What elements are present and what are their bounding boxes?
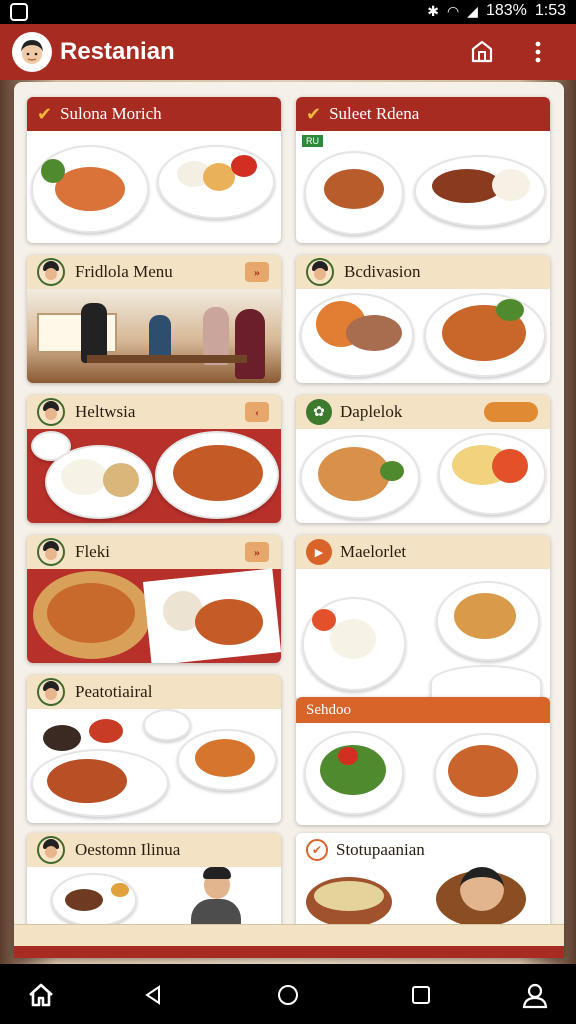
- card-header: Heltwsia ‹: [27, 395, 281, 429]
- toggle-icon[interactable]: [484, 402, 538, 422]
- battery-level: 183%: [485, 2, 527, 19]
- menu-card[interactable]: ✔ Stotupaanian: [296, 833, 550, 933]
- card-title: Oestomn Ilinua: [75, 840, 181, 859]
- card-header: Sehdoo: [296, 697, 550, 723]
- menu-card[interactable]: Bcdivasion: [296, 255, 550, 383]
- more-options-icon[interactable]: [524, 38, 552, 66]
- card-tag: RU: [302, 135, 323, 147]
- menu-card[interactable]: Sehdoo: [296, 697, 550, 825]
- card-title: Peatotiairal: [75, 682, 153, 701]
- app-header: Restanian: [0, 24, 576, 80]
- food-image: [27, 709, 281, 823]
- check-icon: ✔: [306, 103, 322, 124]
- avatar: [37, 836, 65, 864]
- menu-panel: ✔ Sulona Morich ✔ Suleet Rdena RU Fridlo…: [14, 82, 564, 958]
- card-title: Heltwsia: [75, 402, 136, 421]
- menu-card[interactable]: ✔ Suleet Rdena RU: [296, 97, 550, 243]
- card-title: Sehdoo: [306, 701, 351, 718]
- menu-card[interactable]: Fleki »: [27, 535, 281, 663]
- food-image: [27, 131, 281, 243]
- restaurant-photo: [27, 289, 281, 383]
- card-header: Peatotiairal: [27, 675, 281, 709]
- card-title: Fleki: [75, 542, 110, 561]
- leaf-icon: ✿: [306, 399, 332, 425]
- card-header: Fridlola Menu »: [27, 255, 281, 289]
- avatar: [37, 258, 65, 286]
- menu-card[interactable]: ✿ Daplelok: [296, 395, 550, 523]
- check-icon: ✔: [306, 839, 328, 861]
- avatar: [37, 538, 65, 566]
- wifi-icon: ◠: [446, 2, 460, 19]
- card-title: Maelorlet: [340, 542, 407, 561]
- card-title: Suleet Rdena: [329, 104, 420, 123]
- app-notification-icon: [10, 3, 28, 21]
- home-circle-icon[interactable]: [273, 980, 303, 1010]
- bluetooth-icon: ✱: [427, 2, 439, 19]
- food-image: [27, 568, 281, 663]
- check-icon: ✔: [37, 103, 53, 124]
- app-logo: [12, 32, 52, 72]
- expand-button[interactable]: »: [245, 262, 269, 282]
- card-header: ✔ Suleet Rdena: [296, 97, 550, 131]
- menu-card[interactable]: Oestomn Ilinua: [27, 833, 281, 933]
- avatar: [37, 398, 65, 426]
- card-title: Daplelok: [340, 402, 403, 421]
- card-title: Stotupaanian: [336, 840, 425, 859]
- clock: 1:53: [534, 2, 566, 19]
- food-image: [296, 723, 550, 825]
- menu-card[interactable]: ✔ Sulona Morich: [27, 97, 281, 243]
- navigation-bar: [0, 964, 576, 1024]
- bottom-accent: [14, 946, 564, 958]
- card-title: Sulona Morich: [60, 104, 162, 123]
- avatar: [306, 258, 334, 286]
- card-header: ✿ Daplelok: [296, 395, 550, 429]
- expand-button[interactable]: »: [245, 542, 269, 562]
- home-icon[interactable]: [26, 980, 56, 1010]
- card-header: ✔ Sulona Morich: [27, 97, 281, 131]
- profile-icon[interactable]: [520, 980, 550, 1010]
- expand-button[interactable]: ‹: [245, 402, 269, 422]
- status-bar: ✱ ◠ ◢ 183% 1:53: [0, 0, 576, 24]
- menu-card[interactable]: ▶ Maelorlet: [296, 535, 550, 701]
- card-header: Oestomn Ilinua: [27, 833, 281, 867]
- card-header: Bcdivasion: [296, 255, 550, 289]
- signal-icon: ◢: [467, 2, 478, 19]
- food-image: [27, 429, 281, 523]
- food-image: [296, 429, 550, 523]
- menu-card[interactable]: Peatotiairal: [27, 675, 281, 823]
- menu-card[interactable]: Fridlola Menu »: [27, 255, 281, 383]
- card-header: ✔ Stotupaanian: [296, 833, 550, 867]
- food-image: RU: [296, 131, 550, 243]
- food-image: [296, 569, 550, 701]
- back-icon[interactable]: [138, 980, 168, 1010]
- card-title: Fridlola Menu: [75, 262, 173, 281]
- card-header: Fleki »: [27, 535, 281, 569]
- play-icon: ▶: [306, 539, 332, 565]
- food-image: [296, 289, 550, 383]
- menu-card[interactable]: Heltwsia ‹: [27, 395, 281, 523]
- home-badge-button[interactable]: [468, 38, 496, 66]
- card-title: Bcdivasion: [344, 262, 421, 281]
- app-title: Restanian: [60, 38, 175, 65]
- card-header: ▶ Maelorlet: [296, 535, 550, 569]
- avatar: [37, 678, 65, 706]
- recents-icon[interactable]: [406, 980, 436, 1010]
